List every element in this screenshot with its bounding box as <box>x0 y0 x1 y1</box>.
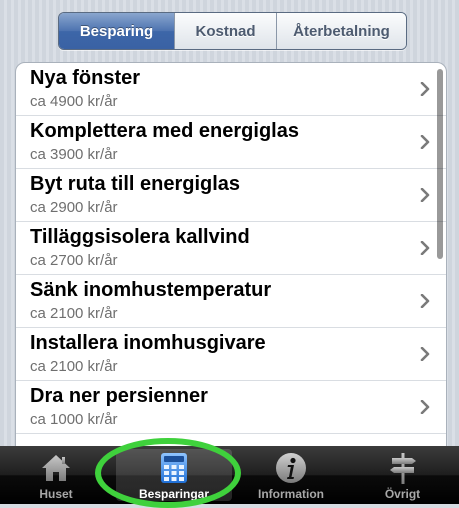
tab-information[interactable]: Information <box>236 446 346 504</box>
tab-label: Övrigt <box>384 487 421 501</box>
sort-segmented-control: Besparing Kostnad Återbetalning <box>58 12 407 50</box>
row-subtitle: ca 2900 kr/år <box>30 199 118 216</box>
table-row[interactable]: Dra ner persienner ca 1000 kr/år <box>16 381 446 434</box>
row-title: Komplettera med energiglas <box>30 120 299 142</box>
house-icon <box>39 452 73 484</box>
row-title: Installera inomhusgivare <box>30 332 266 354</box>
tab-ovrigt[interactable]: Övrigt <box>346 446 459 504</box>
row-title: Dra ner persienner <box>30 385 208 407</box>
chevron-right-icon <box>420 294 430 308</box>
segment-besparing[interactable]: Besparing <box>59 13 174 49</box>
row-title: Sänk inomhustemperatur <box>30 279 272 301</box>
tab-besparingar[interactable]: Besparingar <box>112 446 236 504</box>
savings-table: Nya fönster ca 4900 kr/år Komplettera me… <box>15 62 447 484</box>
tab-label: Besparingar <box>138 487 210 501</box>
row-title: Byt ruta till energiglas <box>30 173 241 195</box>
chevron-right-icon <box>420 135 430 149</box>
scrollbar[interactable] <box>437 69 443 259</box>
chevron-right-icon <box>420 400 430 414</box>
tab-label: Information <box>258 487 324 501</box>
tab-label: Huset <box>39 487 73 501</box>
tab-huset[interactable]: Huset <box>0 446 112 504</box>
chevron-right-icon <box>420 82 430 96</box>
info-icon <box>274 452 308 484</box>
segment-aterbetalning[interactable]: Återbetalning <box>276 13 406 49</box>
table-row[interactable]: Nya fönster ca 4900 kr/år <box>16 63 446 116</box>
table-row[interactable]: Komplettera med energiglas ca 3900 kr/år <box>16 116 446 169</box>
row-subtitle: ca 2100 kr/år <box>30 358 118 375</box>
row-subtitle: ca 3900 kr/år <box>30 146 118 163</box>
row-subtitle: ca 1000 kr/år <box>30 411 118 428</box>
row-subtitle: ca 4900 kr/år <box>30 93 118 110</box>
row-subtitle: ca 2700 kr/år <box>30 252 118 269</box>
chevron-right-icon <box>420 347 430 361</box>
calculator-icon <box>157 452 191 484</box>
table-row[interactable]: Installera inomhusgivare ca 2100 kr/år <box>16 328 446 381</box>
row-title: Nya fönster <box>30 67 141 89</box>
table-row[interactable]: Tilläggsisolera kallvind ca 2700 kr/år <box>16 222 446 275</box>
tab-bar: Huset Besparingar Information Övrigt <box>0 446 459 504</box>
table-row[interactable]: Byt ruta till energiglas ca 2900 kr/år <box>16 169 446 222</box>
table-row[interactable]: Sänk inomhustemperatur ca 2100 kr/år <box>16 275 446 328</box>
chevron-right-icon <box>420 188 430 202</box>
segment-kostnad[interactable]: Kostnad <box>174 13 276 49</box>
row-title: Tilläggsisolera kallvind <box>30 226 250 248</box>
row-subtitle: ca 2100 kr/år <box>30 305 118 322</box>
chevron-right-icon <box>420 241 430 255</box>
signpost-icon <box>386 452 420 484</box>
